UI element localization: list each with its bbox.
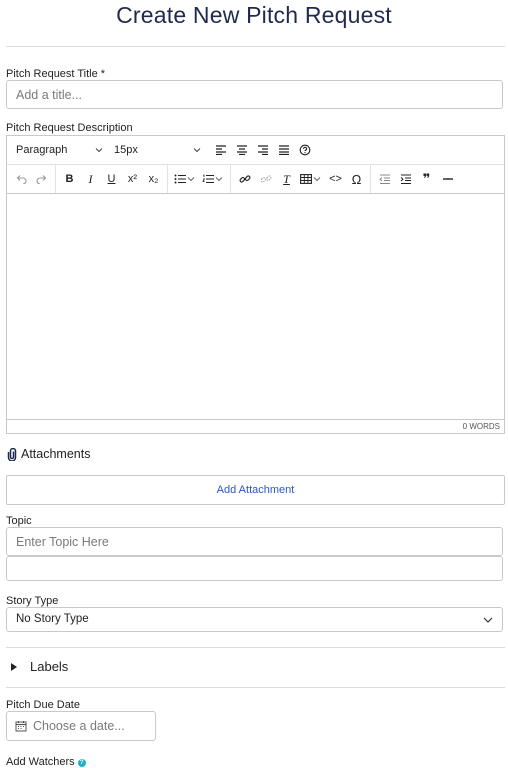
topic-placeholder: Enter Topic Here bbox=[16, 535, 109, 549]
topic-secondary-input[interactable] bbox=[6, 556, 503, 581]
page-title: Create New Pitch Request bbox=[116, 2, 392, 28]
source-code-button[interactable]: <> bbox=[325, 168, 346, 190]
block-format-value: Paragraph bbox=[16, 144, 68, 156]
clear-formatting-button[interactable]: T bbox=[276, 168, 297, 190]
add-attachment-button[interactable]: Add Attachment bbox=[6, 475, 505, 505]
paperclip-icon bbox=[7, 447, 17, 461]
due-date-label: Pitch Due Date bbox=[6, 699, 80, 711]
title-placeholder: Add a title... bbox=[16, 88, 83, 102]
due-date-input[interactable]: Choose a date... bbox=[6, 711, 156, 741]
attachments-heading: Attachments bbox=[6, 447, 90, 461]
horizontal-rule-button[interactable] bbox=[437, 168, 458, 190]
editor-toolbar-row-2: B I U x² x₂ T <> Ω ❞ bbox=[7, 165, 504, 194]
toolbar-divider bbox=[230, 165, 231, 193]
story-type-select[interactable]: No Story Type bbox=[6, 607, 503, 632]
title-divider bbox=[6, 46, 505, 47]
indent-button[interactable] bbox=[395, 168, 416, 190]
underline-button[interactable]: U bbox=[101, 168, 122, 190]
chevron-down-icon bbox=[483, 617, 493, 623]
attachments-heading-text: Attachments bbox=[21, 447, 91, 461]
help-icon[interactable]: ? bbox=[77, 759, 86, 767]
chevron-down-icon bbox=[95, 148, 103, 153]
help-circle-icon bbox=[299, 144, 310, 156]
word-count: 0 WORDS bbox=[7, 419, 504, 433]
bold-button[interactable]: B bbox=[59, 168, 80, 190]
blockquote-button[interactable]: ❞ bbox=[416, 168, 437, 190]
link-icon bbox=[239, 175, 250, 183]
toolbar-divider bbox=[167, 165, 168, 193]
undo-icon bbox=[16, 175, 26, 184]
story-type-label: Story Type bbox=[6, 595, 59, 607]
redo-icon bbox=[36, 175, 46, 184]
block-format-select[interactable]: Paragraph bbox=[16, 144, 104, 156]
insert-link-button[interactable] bbox=[234, 168, 255, 190]
editor-content-area[interactable] bbox=[7, 194, 504, 419]
bullet-list-button[interactable] bbox=[171, 168, 199, 190]
labels-toggle[interactable]: Labels bbox=[10, 659, 68, 674]
align-right-button[interactable] bbox=[252, 139, 273, 161]
title-label: Pitch Request Title * bbox=[6, 68, 106, 80]
align-center-button[interactable] bbox=[231, 139, 252, 161]
table-icon bbox=[300, 174, 312, 184]
editor-toolbar-row-1: Paragraph 15px bbox=[7, 136, 504, 165]
chevron-down-icon bbox=[187, 177, 195, 182]
horizontal-rule-icon bbox=[442, 178, 453, 180]
numbered-list-icon bbox=[202, 174, 214, 184]
add-watchers-text: Add Watchers bbox=[6, 756, 75, 768]
font-size-select[interactable]: 15px bbox=[114, 144, 202, 156]
align-right-icon bbox=[257, 145, 268, 155]
topic-label: Topic bbox=[6, 515, 32, 527]
description-label: Pitch Request Description bbox=[6, 122, 133, 134]
align-left-button[interactable] bbox=[210, 139, 231, 161]
due-date-placeholder: Choose a date... bbox=[33, 719, 125, 733]
undo-button[interactable] bbox=[10, 168, 31, 190]
toolbar-divider bbox=[55, 165, 56, 193]
help-button[interactable] bbox=[294, 139, 315, 161]
unlink-button[interactable] bbox=[255, 168, 276, 190]
calendar-icon bbox=[15, 721, 27, 732]
description-editor: Paragraph 15px B I U x² x₂ T <> Ω ❞ 0 WO… bbox=[6, 135, 505, 434]
align-left-icon bbox=[215, 145, 226, 155]
special-character-button[interactable]: Ω bbox=[346, 168, 367, 190]
topic-input[interactable]: Enter Topic Here bbox=[6, 527, 503, 556]
chevron-down-icon bbox=[193, 148, 201, 153]
labels-heading: Labels bbox=[30, 659, 69, 674]
caret-right-icon bbox=[11, 662, 17, 671]
unlink-icon bbox=[260, 175, 271, 183]
superscript-button[interactable]: x² bbox=[122, 168, 143, 190]
labels-divider-bottom bbox=[6, 687, 505, 688]
numbered-list-button[interactable] bbox=[199, 168, 227, 190]
title-input[interactable]: Add a title... bbox=[6, 80, 503, 109]
bullet-list-icon bbox=[174, 174, 186, 184]
labels-divider-top bbox=[6, 647, 505, 648]
redo-button[interactable] bbox=[31, 168, 52, 190]
outdent-button[interactable] bbox=[374, 168, 395, 190]
chevron-down-icon bbox=[215, 177, 223, 182]
indent-icon bbox=[400, 174, 411, 184]
story-type-value: No Story Type bbox=[16, 613, 89, 625]
add-watchers-label: Add Watchers? bbox=[6, 756, 86, 768]
italic-button[interactable]: I bbox=[80, 168, 101, 190]
chevron-down-icon bbox=[313, 177, 321, 182]
align-justify-button[interactable] bbox=[273, 139, 294, 161]
font-size-value: 15px bbox=[114, 144, 138, 156]
subscript-button[interactable]: x₂ bbox=[143, 168, 164, 190]
toolbar-divider bbox=[370, 165, 371, 193]
align-justify-icon bbox=[278, 145, 289, 155]
outdent-icon bbox=[378, 174, 390, 184]
align-center-icon bbox=[236, 145, 247, 155]
insert-table-button[interactable] bbox=[297, 168, 325, 190]
